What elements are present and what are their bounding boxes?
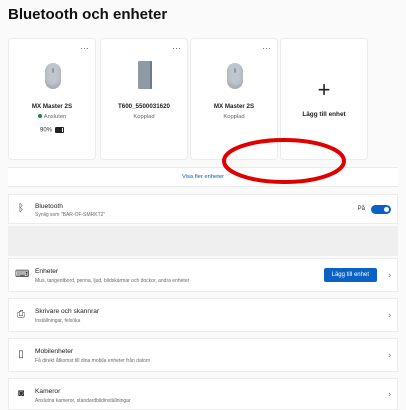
mouse-icon: [227, 63, 243, 89]
bluetooth-icon: ᛒ: [18, 203, 24, 214]
camera-icon: ◙: [17, 388, 25, 399]
show-more-devices-link[interactable]: Visa fler enheter: [8, 167, 398, 187]
device-status: Ansluten: [9, 114, 95, 120]
bluetooth-toggle[interactable]: [371, 205, 391, 214]
battery-level: 90%: [9, 127, 95, 134]
device-name: MX Master 2S: [213, 103, 255, 110]
row-subtitle: Inställningar, felsöka: [35, 318, 81, 324]
row-title: Skrivare och skannrar: [35, 308, 100, 315]
more-icon[interactable]: …: [172, 42, 182, 51]
printer-icon: ⎙: [17, 309, 25, 320]
chevron-right-icon: ›: [388, 310, 391, 320]
device-name: T600_5500031620: [118, 103, 170, 110]
device-card[interactable]: … MX Master 2S Ansluten 90%: [8, 38, 96, 160]
row-subtitle: Mus, tangentbord, penna, ljud, bildskärm…: [35, 278, 190, 284]
row-title: Enheter: [35, 268, 59, 275]
device-cards: … MX Master 2S Ansluten 90% … T600_55000…: [8, 38, 370, 162]
phone-icon: ▯: [18, 349, 24, 360]
row-subtitle: Anslutna kameror, standardbildinställnin…: [35, 398, 131, 404]
device-status: Kopplad: [223, 114, 245, 120]
device-status: Kopplad: [133, 114, 155, 120]
add-device-label: Lägg till enhet: [302, 111, 346, 118]
toggle-label: På: [357, 206, 365, 212]
row-title: Kameror: [35, 388, 61, 395]
row-cameras[interactable]: ◙ Kameror Anslutna kameror, standardbild…: [8, 378, 398, 410]
row-title: Mobilenheter: [35, 348, 74, 355]
page-title: Bluetooth och enheter: [8, 6, 168, 23]
more-icon[interactable]: …: [80, 42, 90, 51]
bluetooth-row[interactable]: ᛒ Bluetooth Synlig som "BAR-OF-SMRKT2" P…: [8, 194, 398, 224]
tablet-icon: [138, 61, 152, 89]
connected-dot-icon: [37, 114, 42, 119]
device-name: MX Master 2S: [31, 103, 73, 110]
row-printers[interactable]: ⎙ Skrivare och skannrar Inställningar, f…: [8, 298, 398, 332]
row-mobile[interactable]: ▯ Mobilenheter Få direkt åtkomst till di…: [8, 338, 398, 372]
more-icon[interactable]: …: [262, 42, 272, 51]
add-device-card[interactable]: + Lägg till enhet: [280, 38, 368, 160]
bluetooth-subtitle: Synlig som "BAR-OF-SMRKT2": [35, 212, 106, 218]
keyboard-icon: ⌨: [15, 269, 30, 280]
chevron-right-icon: ›: [388, 389, 391, 399]
mouse-icon: [45, 63, 61, 89]
chevron-right-icon: ›: [388, 270, 391, 280]
row-enheter[interactable]: ⌨ Enheter Mus, tangentbord, penna, ljud,…: [8, 258, 398, 292]
device-card[interactable]: … T600_5500031620 Kopplad: [100, 38, 188, 160]
row-subtitle: Få direkt åtkomst till dina mobila enhet…: [35, 358, 151, 364]
battery-icon: [55, 127, 64, 133]
bluetooth-title: Bluetooth: [35, 203, 63, 210]
device-card[interactable]: … MX Master 2S Kopplad: [190, 38, 278, 160]
plus-icon: +: [317, 77, 331, 102]
chevron-right-icon: ›: [388, 350, 391, 360]
section-spacer: [8, 226, 398, 256]
settings-page: Bluetooth och enheter … MX Master 2S Ans…: [0, 0, 406, 410]
add-device-button[interactable]: Lägg till enhet: [323, 268, 377, 282]
